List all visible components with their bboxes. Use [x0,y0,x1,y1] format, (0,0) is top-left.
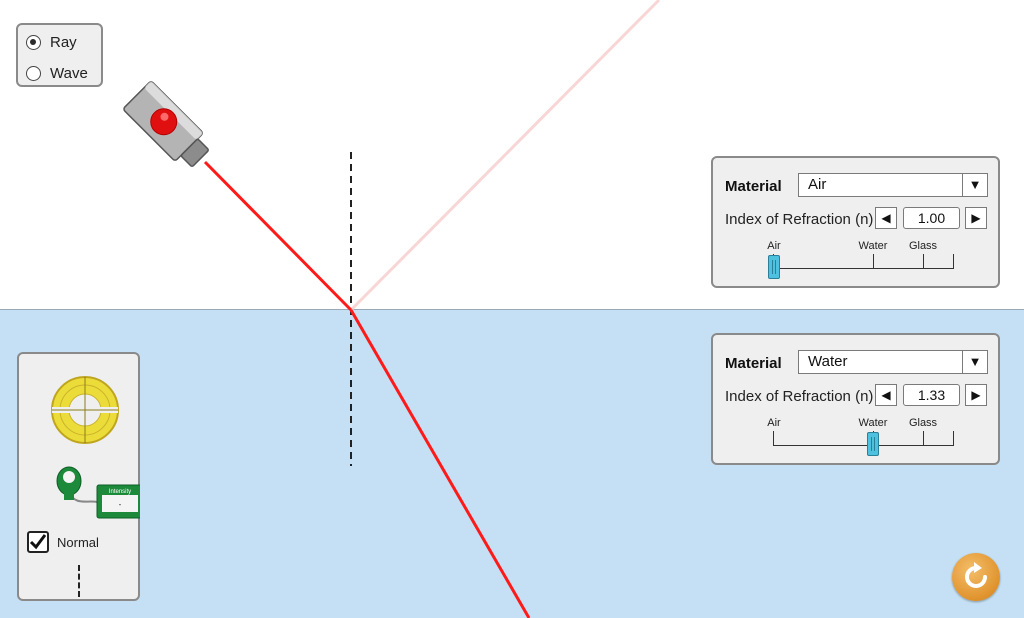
laser-pointer-icon[interactable] [123,81,215,173]
toolbox-graphics: Intensity - [51,376,140,519]
triangle-down-icon[interactable]: ▼ [962,174,987,196]
material-dropdown[interactable]: Air ▼ [798,173,988,197]
slider-tick-end [953,254,954,269]
slider-tick-water [873,254,874,269]
slider-tick-label-air: Air [767,240,781,252]
ior-decrement-button[interactable]: ◀ [875,207,897,229]
toolbox-panel: Intensity - Normal [17,352,140,601]
view-mode-panel: Ray Wave [16,23,103,87]
intensity-meter-value: - [119,500,122,509]
triangle-right-icon: ▶ [971,388,981,402]
ray-scene [123,0,661,618]
ior-slider-track[interactable] [773,445,954,446]
material-label: Material [725,178,782,195]
ior-decrement-button[interactable]: ◀ [875,384,897,406]
intensity-meter-label: Intensity [109,489,131,495]
reflected-beam [349,0,661,312]
ray-radio-label: Ray [50,34,77,51]
ior-slider-thumb[interactable] [867,432,879,456]
ior-slider-track[interactable] [773,268,954,269]
material-dropdown-value: Air [808,176,827,193]
radio-unselected-icon [26,66,41,81]
slider-tick-glass [923,431,924,446]
reset-icon [965,562,987,588]
bottom-material-panel: Material Water ▼ Index of Refraction (n)… [711,333,1000,465]
normal-checkbox[interactable] [27,531,49,553]
ior-increment-button[interactable]: ▶ [965,207,987,229]
triangle-down-icon[interactable]: ▼ [962,351,987,373]
checkmark-icon [29,534,47,550]
ior-label: Index of Refraction (n) [725,388,874,405]
wave-radio[interactable]: Wave [26,65,88,82]
protractor-icon[interactable] [51,376,119,444]
ior-increment-button[interactable]: ▶ [965,384,987,406]
incident-beam [203,160,353,312]
ray-radio[interactable]: Ray [26,34,77,51]
ior-label: Index of Refraction (n) [725,211,874,228]
triangle-left-icon: ◀ [881,388,891,402]
slider-tick-glass [923,254,924,269]
reset-button[interactable] [952,553,1000,601]
material-dropdown[interactable]: Water ▼ [798,350,988,374]
ior-value-field[interactable]: 1.33 [903,384,960,406]
slider-tick-label-water: Water [858,417,888,429]
material-label: Material [725,355,782,372]
triangle-left-icon: ◀ [881,211,891,225]
slider-tick-label-air: Air [767,417,781,429]
normal-label: Normal [57,535,99,550]
top-material-panel: Material Air ▼ Index of Refraction (n) ◀… [711,156,1000,288]
normal-line-sample [78,565,80,597]
slider-tick-label-water: Water [858,240,888,252]
refracted-beam [349,309,531,618]
radio-selected-icon [26,35,41,50]
ior-value-field[interactable]: 1.00 [903,207,960,229]
slider-tick-label-glass: Glass [908,417,938,429]
material-dropdown-value: Water [808,353,848,370]
slider-tick-end [953,431,954,446]
wave-radio-label: Wave [50,65,88,82]
slider-tick-air [773,431,774,446]
intensity-meter-icon[interactable]: Intensity - [56,466,140,519]
triangle-right-icon: ▶ [971,211,981,225]
slider-tick-label-glass: Glass [908,240,938,252]
ior-slider-thumb[interactable] [768,255,780,279]
